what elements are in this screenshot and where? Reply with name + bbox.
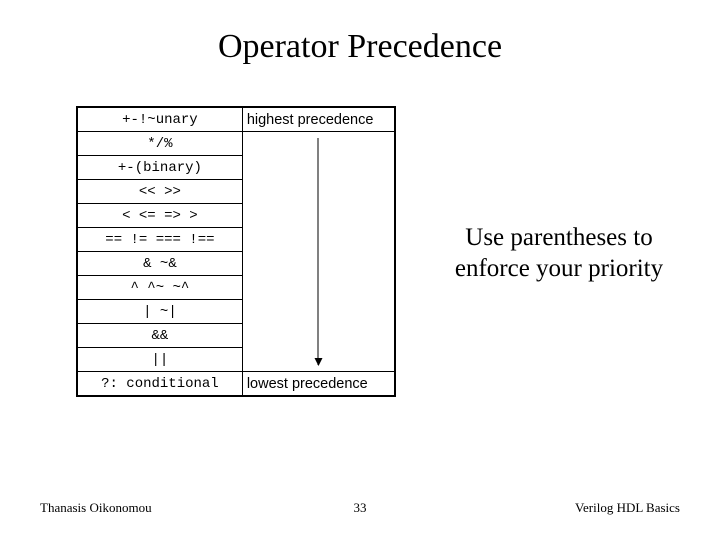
lowest-label: lowest precedence — [242, 372, 394, 396]
op-row: ^ ^~ ~^ — [78, 276, 243, 300]
op-row: ?: conditional — [78, 372, 243, 396]
page-title: Operator Precedence — [0, 28, 720, 66]
op-row: && — [78, 324, 243, 348]
op-row: */% — [78, 132, 243, 156]
op-row: +-!~unary — [78, 108, 243, 132]
op-row: || — [78, 348, 243, 372]
precedence-arrow-cell — [242, 132, 394, 372]
op-row: << >> — [78, 180, 243, 204]
down-arrow-icon — [318, 138, 319, 365]
op-row: +-(binary) — [78, 156, 243, 180]
op-row: & ~& — [78, 252, 243, 276]
highest-label: highest precedence — [242, 108, 394, 132]
precedence-table: +-!~unary highest precedence */% +-(bina… — [76, 106, 396, 397]
op-row: < <= => > — [78, 204, 243, 228]
op-row: == != === !== — [78, 228, 243, 252]
op-row: | ~| — [78, 300, 243, 324]
footer-topic: Verilog HDL Basics — [575, 500, 680, 516]
side-note: Use parentheses to enforce your priority — [435, 222, 683, 285]
